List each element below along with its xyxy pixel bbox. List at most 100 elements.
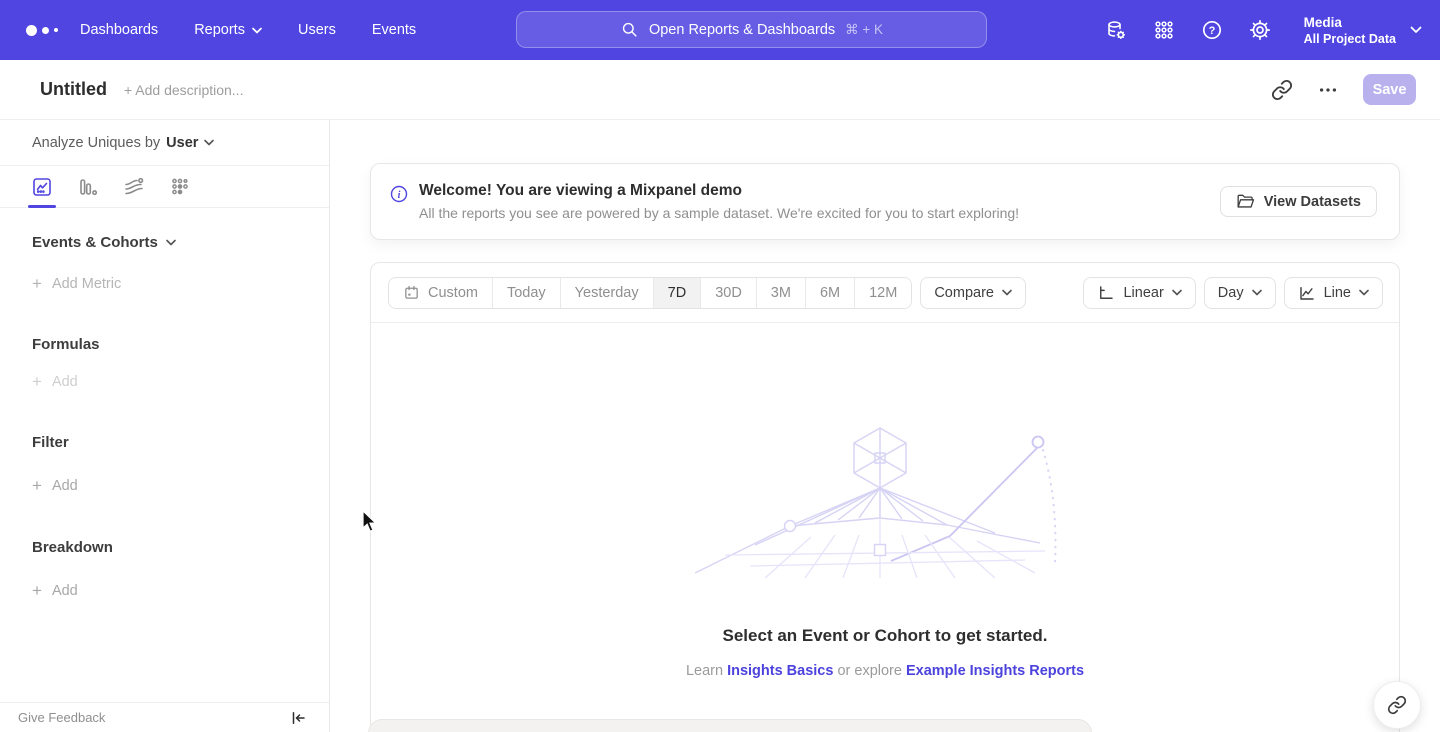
nav-dashboards[interactable]: Dashboards bbox=[80, 22, 158, 38]
nav-label: Events bbox=[372, 22, 416, 38]
add-breakdown-label: Add bbox=[52, 583, 78, 599]
give-feedback-link[interactable]: Give Feedback bbox=[18, 710, 105, 725]
plus-icon: + bbox=[32, 277, 42, 291]
date-range-label: 6M bbox=[820, 285, 840, 301]
learn-text: Learn bbox=[686, 663, 723, 679]
compare-button[interactable]: Compare bbox=[920, 277, 1026, 309]
filter-header: Filter bbox=[0, 434, 329, 451]
add-formula-label: Add bbox=[52, 374, 78, 390]
report-title[interactable]: Untitled bbox=[40, 79, 107, 100]
date-range-yesterday[interactable]: Yesterday bbox=[561, 278, 654, 308]
tab-bar-chart[interactable] bbox=[74, 168, 102, 206]
nav-label: Users bbox=[298, 22, 336, 38]
interval-dropdown[interactable]: Day bbox=[1204, 277, 1276, 309]
add-filter-button[interactable]: + Add bbox=[0, 478, 329, 494]
events-cohorts-header[interactable]: Events & Cohorts bbox=[0, 234, 329, 251]
scale-label: Linear bbox=[1123, 285, 1163, 301]
chevron-down-icon bbox=[1359, 289, 1369, 296]
report-description-placeholder[interactable]: + Add description... bbox=[124, 82, 243, 98]
plus-icon: + bbox=[32, 375, 42, 389]
project-selector[interactable]: Media All Project Data bbox=[1304, 14, 1422, 47]
banner-text: Welcome! You are viewing a Mixpanel demo… bbox=[419, 182, 1019, 221]
bottom-drawer-peek[interactable] bbox=[368, 719, 1092, 732]
banner-subtitle: All the reports you see are powered by a… bbox=[419, 205, 1019, 221]
analyze-prefix: Analyze Uniques by bbox=[32, 135, 160, 151]
analyze-unit-value: User bbox=[166, 135, 198, 151]
breakdown-header: Breakdown bbox=[0, 539, 329, 556]
scale-dropdown[interactable]: Linear bbox=[1083, 277, 1195, 309]
plus-icon: + bbox=[32, 584, 42, 598]
global-search[interactable]: Open Reports & Dashboards ⌘ + K bbox=[516, 11, 987, 48]
help-icon[interactable]: ? bbox=[1200, 18, 1224, 42]
nav-label: Dashboards bbox=[80, 22, 158, 38]
main-content: i Welcome! You are viewing a Mixpanel de… bbox=[330, 120, 1440, 732]
add-filter-label: Add bbox=[52, 478, 78, 494]
svg-text:i: i bbox=[398, 190, 401, 201]
apps-grid-icon[interactable] bbox=[1152, 18, 1176, 42]
date-range-label: 3M bbox=[771, 285, 791, 301]
formulas-header: Formulas bbox=[0, 336, 329, 353]
more-options-icon[interactable] bbox=[1317, 79, 1339, 101]
search-shortcut: ⌘ + K bbox=[845, 22, 883, 38]
empty-state-title: Select an Event or Cohort to get started… bbox=[723, 626, 1048, 646]
tab-retention[interactable] bbox=[166, 168, 194, 206]
date-range-7d[interactable]: 7D bbox=[654, 278, 702, 308]
nav-reports[interactable]: Reports bbox=[194, 22, 262, 38]
chart-toolbar: Custom Today Yesterday 7D 30D 3M 6M 12M … bbox=[371, 263, 1399, 323]
compare-label: Compare bbox=[934, 285, 994, 301]
chevron-down-icon bbox=[252, 27, 262, 34]
filter-label: Filter bbox=[32, 434, 69, 451]
logo-dot-icon bbox=[26, 25, 37, 36]
add-formula-button[interactable]: + Add bbox=[0, 374, 329, 390]
add-breakdown-button[interactable]: + Add bbox=[0, 583, 329, 599]
breakdown-label: Breakdown bbox=[32, 539, 113, 556]
events-cohorts-label: Events & Cohorts bbox=[32, 234, 158, 251]
view-datasets-button[interactable]: View Datasets bbox=[1220, 186, 1377, 217]
insights-report-panel: Custom Today Yesterday 7D 30D 3M 6M 12M … bbox=[370, 262, 1400, 732]
report-actions: Save bbox=[1271, 74, 1416, 105]
chart-type-dropdown[interactable]: Line bbox=[1284, 277, 1383, 309]
data-management-icon[interactable] bbox=[1104, 18, 1128, 42]
insights-basics-link[interactable]: Insights Basics bbox=[727, 663, 833, 679]
date-range-12m[interactable]: 12M bbox=[855, 278, 911, 308]
tab-insights-line[interactable] bbox=[28, 168, 56, 206]
demo-welcome-banner: i Welcome! You are viewing a Mixpanel de… bbox=[370, 163, 1400, 240]
formulas-label: Formulas bbox=[32, 336, 100, 353]
date-range-label: 12M bbox=[869, 285, 897, 301]
search-icon bbox=[620, 20, 639, 39]
chart-type-label: Line bbox=[1324, 285, 1351, 301]
date-range-3m[interactable]: 3M bbox=[757, 278, 806, 308]
collapse-sidebar-icon[interactable] bbox=[289, 709, 307, 727]
add-metric-label: Add Metric bbox=[52, 276, 121, 292]
copy-link-icon[interactable] bbox=[1271, 79, 1293, 101]
date-range-label: Yesterday bbox=[575, 285, 639, 301]
date-range-6m[interactable]: 6M bbox=[806, 278, 855, 308]
query-sidebar: Analyze Uniques by User bbox=[0, 120, 330, 732]
interval-label: Day bbox=[1218, 285, 1244, 301]
analyze-unit-dropdown[interactable]: User bbox=[166, 135, 214, 151]
logo-dot-icon bbox=[42, 27, 49, 34]
date-range-today[interactable]: Today bbox=[493, 278, 561, 308]
nav-label: Reports bbox=[194, 22, 245, 38]
date-range-label: Today bbox=[507, 285, 546, 301]
date-range-label: 7D bbox=[668, 285, 687, 301]
floating-copy-link-button[interactable] bbox=[1373, 681, 1421, 729]
line-chart-tab-icon bbox=[30, 175, 54, 199]
chevron-down-icon bbox=[1172, 289, 1182, 296]
date-range-30d[interactable]: 30D bbox=[701, 278, 757, 308]
mixpanel-logo[interactable] bbox=[26, 25, 74, 36]
add-metric-button[interactable]: + Add Metric bbox=[0, 276, 329, 292]
save-button[interactable]: Save bbox=[1363, 74, 1416, 105]
info-icon: i bbox=[389, 184, 409, 204]
date-range-label: 30D bbox=[715, 285, 742, 301]
date-range-custom[interactable]: Custom bbox=[389, 278, 493, 308]
nav-events[interactable]: Events bbox=[372, 22, 416, 38]
nav-users[interactable]: Users bbox=[298, 22, 336, 38]
tab-flows[interactable] bbox=[120, 168, 148, 206]
flows-tab-icon bbox=[122, 175, 146, 199]
analyze-row: Analyze Uniques by User bbox=[0, 120, 329, 166]
example-reports-link[interactable]: Example Insights Reports bbox=[906, 663, 1084, 679]
chevron-down-icon bbox=[166, 239, 176, 246]
settings-gear-icon[interactable] bbox=[1248, 18, 1272, 42]
empty-state-links: Learn Insights Basics or explore Example… bbox=[686, 663, 1084, 679]
